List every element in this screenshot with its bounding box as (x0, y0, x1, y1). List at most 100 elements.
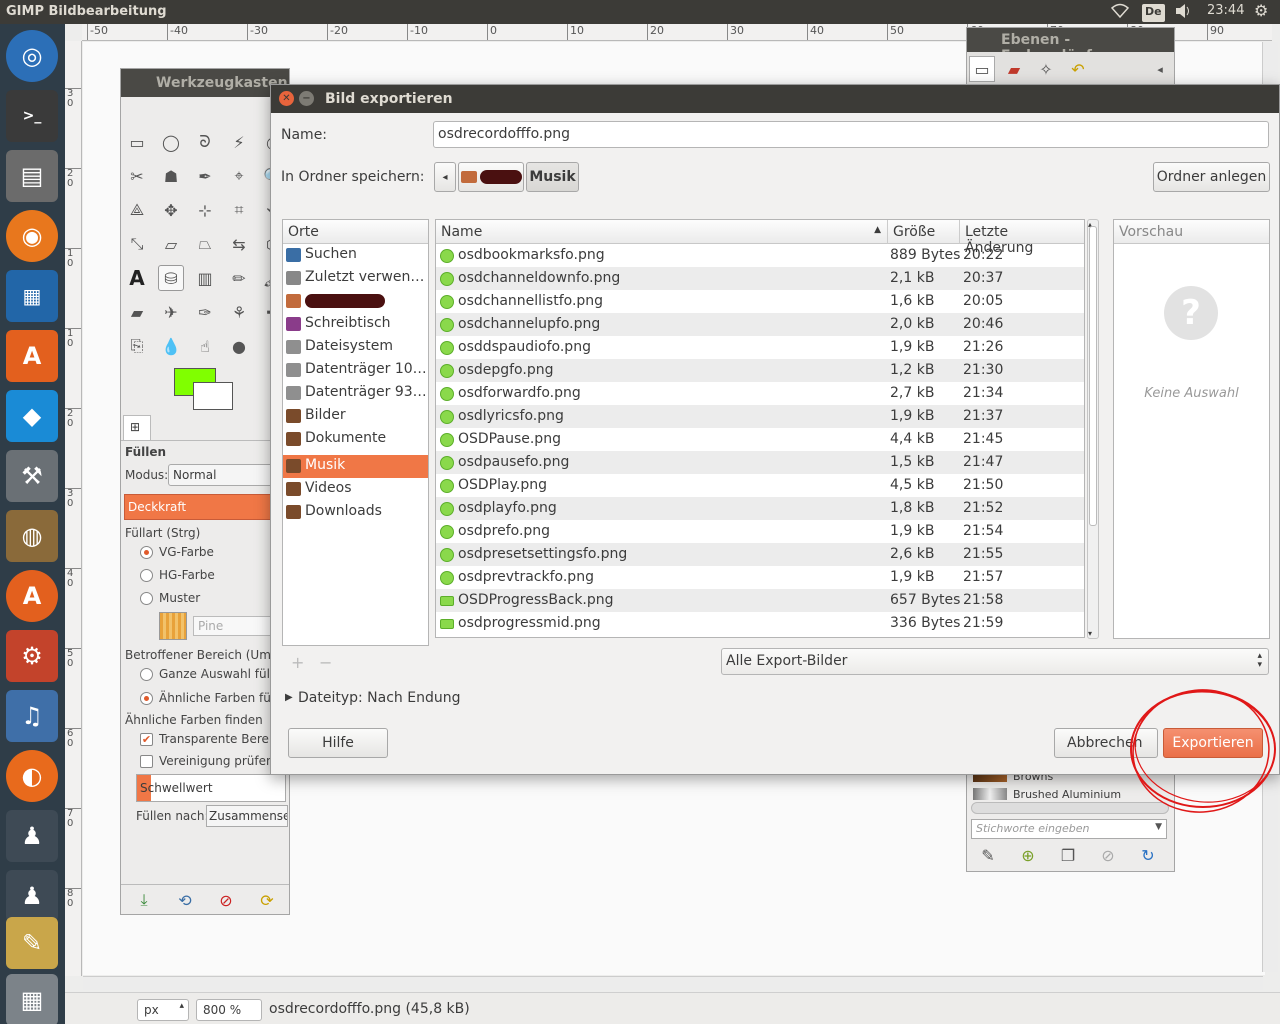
file-row[interactable]: osdepgfo.png 1,2 kB 21:30 (436, 359, 1084, 382)
perspective-clone-icon[interactable]: ⎘ (124, 333, 150, 359)
ellipse-select-icon[interactable]: ◯ (158, 129, 184, 155)
paths-tab-icon[interactable]: ✧ (1033, 56, 1059, 82)
refresh-gradients-icon[interactable]: ↻ (1135, 842, 1161, 868)
breadcrumb-back-button[interactable]: ◂ (434, 162, 456, 192)
lasso-icon[interactable]: ᘐ (192, 129, 218, 155)
place-item[interactable]: Dateisystem (283, 336, 428, 359)
penguin-app-icon[interactable]: ♟ (6, 810, 58, 862)
file-list-scrollbar[interactable]: ▴ ▾ (1087, 219, 1099, 639)
horizontal-scrollbar[interactable] (83, 976, 1263, 990)
fill-bg-radio[interactable] (140, 569, 153, 582)
terminal-icon[interactable]: >_ (6, 90, 58, 142)
expander-arrow-icon[interactable]: ▶ (285, 692, 293, 703)
unit-select[interactable]: px ▴ (137, 999, 189, 1021)
channels-tab-icon[interactable]: ▰ (1001, 56, 1027, 82)
vertical-ruler[interactable]: 3 0 2 0 1 0 1 0 2 0 3 0 4 0 5 0 6 0 7 0 8 0 (65, 41, 82, 976)
eraser-icon[interactable]: ▰ (124, 299, 150, 325)
pencil-icon[interactable]: ✏ (226, 265, 252, 291)
file-row[interactable]: osdforwardfo.png 2,7 kB 21:34 (436, 382, 1084, 405)
close-icon[interactable]: ✕ (279, 91, 294, 106)
perspective-icon[interactable]: ⏢ (192, 231, 218, 257)
dock-menu-icon[interactable]: ◂ (1147, 56, 1173, 82)
save-options-icon[interactable]: ⤓ (131, 887, 157, 913)
keyboard-layout-indicator[interactable]: De (1142, 4, 1165, 22)
place-item[interactable]: Downloads (283, 501, 428, 524)
color-picker-icon[interactable]: ⌖ (226, 163, 252, 189)
disk-tools-icon[interactable]: ⚒ (6, 450, 58, 502)
zoom-select[interactable]: 800 % (196, 999, 262, 1021)
session-gear-icon[interactable]: ⚙ (1254, 1, 1268, 20)
blend-icon[interactable]: ▥ (192, 265, 218, 291)
file-row[interactable]: osdprevtrackfo.png 1,9 kB 21:57 (436, 566, 1084, 589)
edit-gradient-icon[interactable]: ✎ (975, 842, 1001, 868)
place-item[interactable]: Bilder (283, 405, 428, 428)
delete-gradient-icon[interactable]: ⊘ (1095, 842, 1121, 868)
file-row[interactable]: osdpausefo.png 1,5 kB 21:47 (436, 451, 1084, 474)
file-row[interactable]: OSDProgressBack.png 657 Bytes 21:58 (436, 589, 1084, 612)
delete-options-icon[interactable]: ⊘ (213, 887, 239, 913)
help-button[interactable]: Hilfe (288, 728, 388, 758)
places-header[interactable]: Orte (283, 220, 428, 244)
place-item[interactable]: Musik (283, 455, 428, 478)
place-item[interactable] (283, 290, 428, 313)
place-item[interactable]: Datenträger 93… (283, 382, 428, 405)
software-center-icon[interactable]: A (6, 330, 58, 382)
scissors-icon[interactable]: ✂ (124, 163, 150, 189)
threshold-slider[interactable]: Schwellwert (136, 774, 286, 802)
file-row[interactable]: osddspaudiofo.png 1,9 kB 21:26 (436, 336, 1084, 359)
update-manager-icon[interactable]: A (6, 570, 58, 622)
filetype-expander[interactable]: Dateityp: Nach Endung (298, 690, 461, 706)
undo-history-tab-icon[interactable]: ↶ (1065, 56, 1091, 82)
file-row[interactable]: OSDPlay.png 4,5 kB 21:50 (436, 474, 1084, 497)
place-item[interactable]: Datenträger 10… (283, 359, 428, 382)
dodge-burn-icon[interactable]: ● (226, 333, 252, 359)
fuzzy-select-icon[interactable]: ⚡ (226, 129, 252, 155)
shear-icon[interactable]: ▱ (158, 231, 184, 257)
archive-globe-icon[interactable]: ◍ (6, 510, 58, 562)
dash-ubuntu-icon[interactable]: ◎ (6, 30, 58, 82)
tag-input[interactable]: Stichworte eingeben ▼ (971, 819, 1167, 839)
clock[interactable]: 23:44 (1207, 3, 1244, 21)
add-place-icon[interactable]: + (291, 653, 304, 672)
size-column-header[interactable]: Größe (888, 220, 960, 244)
file-row[interactable]: osdchannelupfo.png 2,0 kB 20:46 (436, 313, 1084, 336)
reset-options-icon[interactable]: ⟳ (254, 887, 280, 913)
restore-options-icon[interactable]: ⟲ (172, 887, 198, 913)
create-folder-button[interactable]: Ordner anlegen (1153, 162, 1270, 192)
file-row[interactable]: osdlyricsfo.png 1,9 kB 21:37 (436, 405, 1084, 428)
filename-input[interactable]: osdrecordofffo.png (433, 121, 1269, 148)
smudge-icon[interactable]: ☝ (192, 333, 218, 359)
place-item[interactable]: Schreibtisch (283, 313, 428, 336)
bucket-fill-icon[interactable]: ⛁ (158, 265, 184, 291)
remove-place-icon[interactable]: − (319, 653, 332, 672)
music-app-icon[interactable]: ♫ (6, 690, 58, 742)
crop-icon[interactable]: ⌗ (226, 197, 252, 223)
fill-fg-radio[interactable] (140, 546, 153, 559)
place-item[interactable]: Suchen (283, 244, 428, 267)
merge-checkbox[interactable] (140, 755, 153, 768)
align-icon[interactable]: ⊹ (192, 197, 218, 223)
blur-icon[interactable]: 💧 (158, 333, 184, 359)
layers-tab-icon[interactable]: ▭ (969, 56, 995, 82)
scroll-thumb[interactable] (1089, 226, 1097, 526)
fish-app-icon[interactable]: ◐ (6, 750, 58, 802)
whole-selection-radio[interactable] (140, 668, 153, 681)
name-column-header[interactable]: Name ▲ (436, 220, 888, 244)
place-item[interactable]: Dokumente (283, 428, 428, 451)
penguin-game-icon[interactable]: ♟ (6, 870, 58, 922)
paths-icon[interactable]: ✒ (192, 163, 218, 189)
file-row[interactable]: osdprogressmid.png 336 Bytes 21:59 (436, 612, 1084, 635)
airbrush-icon[interactable]: ✈ (158, 299, 184, 325)
place-item[interactable]: Zuletzt verwen… (283, 267, 428, 290)
fill-pattern-radio[interactable] (140, 592, 153, 605)
breadcrumb-home-button[interactable] (458, 162, 524, 192)
fill-by-select[interactable]: Zusammenset (206, 805, 288, 827)
scale-icon[interactable]: ⤡ (124, 231, 150, 257)
writer-icon[interactable]: ▦ (6, 270, 58, 322)
file-row[interactable]: osdbookmarksfo.png 889 Bytes 20:22 (436, 244, 1084, 267)
foreground-select-icon[interactable]: ☗ (158, 163, 184, 189)
modified-column-header[interactable]: Letzte Änderung (960, 220, 1084, 256)
breadcrumb-current-button[interactable]: Musik (526, 162, 579, 192)
tool-options-tab[interactable]: ⊞ (123, 415, 151, 441)
rect-select-icon[interactable]: ▭ (124, 129, 150, 155)
